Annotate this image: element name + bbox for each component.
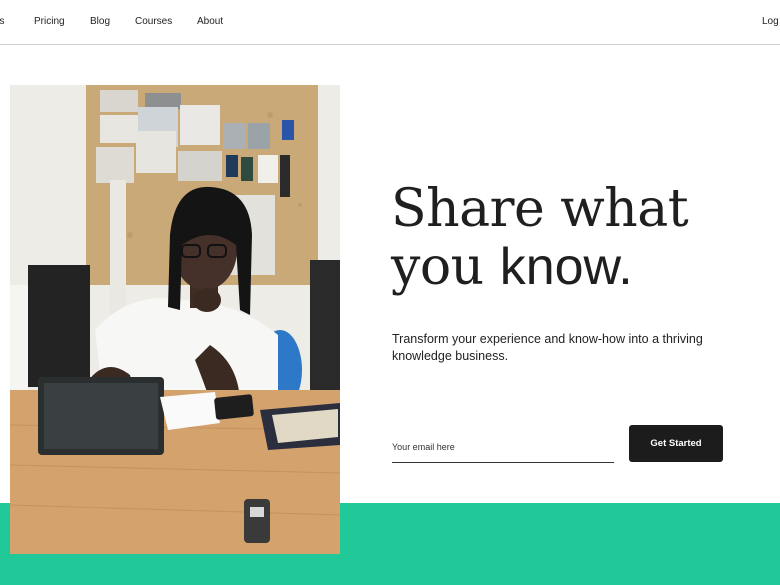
- hero-photo: [10, 85, 340, 554]
- nav-link-courses[interactable]: Courses: [135, 16, 172, 27]
- get-started-button[interactable]: Get Started: [629, 425, 723, 462]
- headline-emphasis: know.: [499, 238, 633, 296]
- email-input[interactable]: [392, 431, 614, 463]
- top-navigation: es Pricing Blog Courses About Log: [0, 0, 780, 45]
- hero-subtext: Transform your experience and know-how i…: [392, 332, 703, 363]
- headline-line-2: you know.: [391, 238, 688, 296]
- headline-line-1: Share what: [391, 179, 689, 239]
- nav-link-login[interactable]: Log: [762, 16, 779, 27]
- hero-headline: Share what you know.: [391, 179, 689, 296]
- nav-link-blog[interactable]: Blog: [90, 16, 110, 27]
- nav-link-pricing[interactable]: Pricing: [34, 16, 65, 27]
- headline-line-2-serif: you: [391, 237, 500, 297]
- nav-link-about[interactable]: About: [197, 16, 223, 27]
- nav-link-features[interactable]: es: [0, 16, 5, 27]
